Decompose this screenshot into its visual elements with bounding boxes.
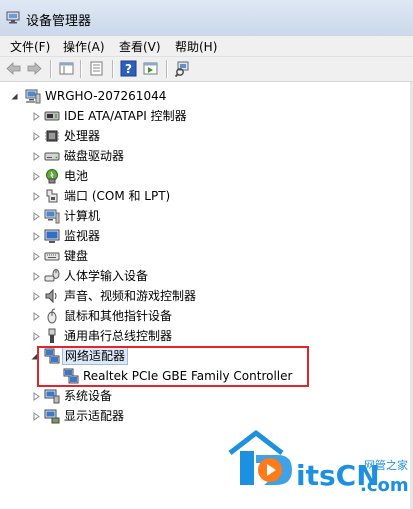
forward-arrow-icon[interactable] <box>26 60 43 77</box>
tree-item-ports[interactable]: 端口 (COM 和 LPT) <box>0 186 400 206</box>
menu-view[interactable]: 查看(V) <box>117 38 163 55</box>
expand-arrow-icon[interactable] <box>32 332 41 341</box>
tree-item-label: 鼠标和其他指针设备 <box>64 309 173 323</box>
usb-icon <box>48 328 56 343</box>
port-icon <box>46 189 58 203</box>
tree-item-label: 系统设备 <box>64 389 113 403</box>
computer-icon <box>44 209 60 224</box>
expand-arrow-icon[interactable] <box>32 192 41 201</box>
tree-item-batteries[interactable]: 电池 <box>0 166 400 186</box>
speaker-icon <box>45 288 57 304</box>
properties-icon[interactable] <box>88 60 105 77</box>
processor-icon <box>45 130 59 142</box>
expand-arrow-icon[interactable] <box>32 212 41 221</box>
tree-item-label: IDE ATA/ATAPI 控制器 <box>64 109 187 123</box>
tree-root[interactable]: WRGHO-207261044 <box>0 86 400 106</box>
expand-arrow-icon[interactable] <box>32 132 41 141</box>
tree-item-mice[interactable]: 鼠标和其他指针设备 <box>0 306 400 326</box>
tree-item-computer[interactable]: 计算机 <box>0 206 400 226</box>
expand-arrow-icon[interactable] <box>32 412 41 421</box>
tree-item-sound-video-game-controllers[interactable]: 声音、视频和游戏控制器 <box>0 286 400 306</box>
highlight-annotation-box <box>37 346 309 387</box>
tree-item-human-interface-devices[interactable]: 人体学输入设备 <box>0 266 400 286</box>
tree-item-label: 电池 <box>64 169 89 183</box>
expand-arrow-icon[interactable] <box>32 312 41 321</box>
toolbar: ? <box>0 57 413 82</box>
tree-item-label: 声音、视频和游戏控制器 <box>64 289 197 303</box>
expand-arrow-icon[interactable] <box>32 152 41 161</box>
tree-item-processors[interactable]: 处理器 <box>0 126 400 146</box>
mouse-icon <box>47 308 57 324</box>
action-pane-icon[interactable] <box>142 60 159 77</box>
expand-arrow-icon[interactable] <box>32 272 41 281</box>
hid-icon <box>44 269 60 282</box>
toolbar-separator <box>166 60 168 78</box>
tree-item-display-adapters[interactable]: 显示适配器 <box>0 406 400 426</box>
display-adapter-icon <box>44 409 60 424</box>
menu-file[interactable]: 文件(F) <box>8 38 52 55</box>
watermark-tld: .com <box>360 475 409 496</box>
expand-arrow-icon[interactable] <box>32 172 41 181</box>
bitscn-watermark-logo: itsCN 网管之家 .com <box>228 430 409 496</box>
tree-item-disk-drives[interactable]: 磁盘驱动器 <box>0 146 400 166</box>
system-device-icon <box>44 389 60 404</box>
toolbar-separator <box>112 60 114 78</box>
tree-item-ide-controllers[interactable]: IDE ATA/ATAPI 控制器 <box>0 106 400 126</box>
collapse-arrow-icon[interactable] <box>10 92 19 101</box>
tree-item-system-devices[interactable]: 系统设备 <box>0 386 400 406</box>
monitor-icon <box>44 229 60 243</box>
toolbar-separator <box>80 60 82 78</box>
title-bar: 设备管理器 <box>0 0 413 37</box>
svg-text:?: ? <box>125 62 132 76</box>
battery-icon <box>46 169 58 184</box>
expand-arrow-icon[interactable] <box>32 232 41 241</box>
disk-drive-icon <box>44 152 60 161</box>
show-hide-tree-icon[interactable] <box>58 60 75 77</box>
tree-item-label: 端口 (COM 和 LPT) <box>64 189 171 203</box>
tree-item-label: 计算机 <box>64 209 101 223</box>
tree-item-label: 磁盘驱动器 <box>64 149 125 163</box>
tree-item-monitors[interactable]: 监视器 <box>0 226 400 246</box>
device-manager-icon <box>6 11 20 24</box>
menu-help[interactable]: 帮助(H) <box>173 38 219 55</box>
tree-item-label: 通用串行总线控制器 <box>64 329 173 343</box>
expand-arrow-icon[interactable] <box>32 392 41 401</box>
back-arrow-icon[interactable] <box>5 60 22 77</box>
tree-item-label: 显示适配器 <box>64 409 125 423</box>
tree-item-label: 处理器 <box>64 129 101 143</box>
ide-controller-icon <box>44 111 60 121</box>
computer-icon <box>25 89 41 104</box>
scan-hardware-changes-icon[interactable] <box>174 60 191 77</box>
tree-item-label: 人体学输入设备 <box>64 269 149 283</box>
menu-action[interactable]: 操作(A) <box>61 38 107 55</box>
help-icon[interactable]: ? <box>120 60 137 77</box>
keyboard-icon <box>44 252 60 261</box>
tree-item-label: 键盘 <box>64 249 89 263</box>
window-title: 设备管理器 <box>26 14 92 29</box>
expand-arrow-icon[interactable] <box>32 252 41 261</box>
tree-item-label: 监视器 <box>64 229 101 243</box>
expand-arrow-icon[interactable] <box>32 112 41 121</box>
root-computer-name: WRGHO-207261044 <box>45 89 167 103</box>
tree-item-usb-controllers[interactable]: 通用串行总线控制器 <box>0 326 400 346</box>
tree-item-keyboards[interactable]: 键盘 <box>0 246 400 266</box>
expand-arrow-icon[interactable] <box>32 292 41 301</box>
toolbar-separator <box>50 60 52 78</box>
menu-bar: 文件(F) 操作(A) 查看(V) 帮助(H) <box>0 36 413 57</box>
watermark-tagline: 网管之家 <box>364 458 408 472</box>
